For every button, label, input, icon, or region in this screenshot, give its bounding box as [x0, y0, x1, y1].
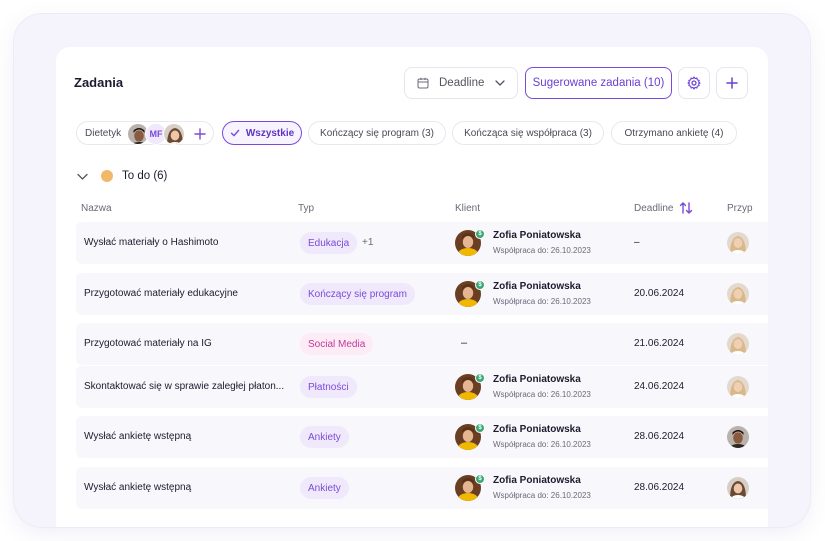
client-cooperation-date: Współpraca do: 26.10.2023	[493, 390, 591, 399]
table-row[interactable]: Przygotować materiały edukacyjne Kończący…	[76, 273, 768, 315]
task-name: Skontaktować się w sprawie zaległej płat…	[84, 381, 285, 392]
table-row[interactable]: Wysłać ankietę wstępną Ankiety $ Zofia Poni…	[76, 467, 768, 509]
task-deadline: 21.06.2024	[634, 338, 685, 349]
group-header-todo: To do (6)	[76, 168, 167, 184]
table-row[interactable]: Wysłać materiały o Hashimoto Edukacja +1 $ Z…	[76, 222, 768, 264]
status-dot	[101, 170, 113, 182]
column-header-deadline[interactable]: Deadline	[634, 203, 673, 214]
task-deadline: 20.06.2024	[634, 288, 685, 299]
add-task-button[interactable]	[716, 67, 748, 99]
deadline-select-label: Deadline	[439, 77, 485, 89]
client-cooperation-date: Współpraca do: 26.10.2023	[493, 297, 591, 306]
filter-chip-all[interactable]: Wszystkie	[222, 121, 302, 145]
assignee-avatar[interactable]	[727, 232, 749, 254]
assignee-avatar[interactable]	[727, 477, 749, 499]
client-cooperation-date: Współpraca do: 26.10.2023	[493, 440, 591, 449]
assignee-avatar[interactable]	[727, 376, 749, 398]
plus-icon	[726, 77, 738, 89]
column-header-assignee[interactable]: Przyp	[727, 203, 753, 214]
tasks-panel: Zadania Deadline Sugerowane zadania (10)…	[56, 47, 768, 527]
assignee-avatar[interactable]	[727, 283, 749, 305]
task-type-tag: Edukacja	[300, 232, 358, 254]
task-type-tag: Ankiety	[300, 477, 349, 499]
task-type-tag: Ankiety	[300, 426, 349, 448]
extra-types-count[interactable]: +1	[362, 237, 373, 248]
task-name: Wysłać ankietę wstępną	[84, 482, 192, 493]
task-name: Wysłać ankietę wstępną	[84, 431, 192, 442]
task-type-tag: Płatności	[300, 376, 357, 398]
task-name: Przygotować materiały na IG	[84, 338, 212, 349]
assignee-avatar[interactable]	[727, 426, 749, 448]
page-title: Zadania	[74, 75, 124, 90]
deadline-sort-select[interactable]: Deadline	[404, 67, 518, 99]
client-name[interactable]: Zofia Poniatowska	[493, 374, 581, 385]
dietitian-avatar	[163, 123, 185, 145]
task-deadline: –	[634, 237, 640, 248]
calendar-icon	[417, 77, 429, 89]
client-empty: –	[461, 337, 468, 349]
payment-status-icon: $	[475, 423, 485, 433]
filter-chip-ending-program[interactable]: Kończący się program (3)	[308, 121, 446, 145]
filter-chip-survey-received[interactable]: Otrzymano ankietę (4)	[611, 121, 737, 145]
payment-status-icon: $	[475, 229, 485, 239]
chevron-down-icon[interactable]	[76, 170, 89, 183]
client-cooperation-date: Współpraca do: 26.10.2023	[493, 491, 591, 500]
table-row[interactable]: Przygotować materiały na IG Social Media –…	[76, 323, 768, 365]
payment-status-icon: $	[475, 474, 485, 484]
filter-chip-ending-cooperation[interactable]: Kończąca się współpraca (3)	[452, 121, 604, 145]
filter-chip-all-label: Wszystkie	[245, 127, 295, 139]
client-cooperation-date: Współpraca do: 26.10.2023	[493, 246, 591, 255]
payment-status-icon: $	[475, 373, 485, 383]
column-header-type[interactable]: Typ	[298, 203, 314, 214]
client-name[interactable]: Zofia Poniatowska	[493, 424, 581, 435]
gear-icon	[687, 76, 701, 90]
client-name[interactable]: Zofia Poniatowska	[493, 230, 581, 241]
settings-button[interactable]	[678, 67, 710, 99]
table-row[interactable]: Wysłać ankietę wstępną Ankiety $ Zofia Poni…	[76, 416, 768, 458]
table-row[interactable]: Skontaktować się w sprawie zaległej płat…	[76, 366, 768, 408]
column-header-name[interactable]: Nazwa	[81, 203, 112, 214]
task-name: Przygotować materiały edukacyjne	[84, 288, 238, 299]
task-deadline: 24.06.2024	[634, 381, 685, 392]
client-name[interactable]: Zofia Poniatowska	[493, 475, 581, 486]
dietitian-filter[interactable]: Dietetyk MF	[76, 121, 214, 145]
task-deadline: 28.06.2024	[634, 431, 685, 442]
task-type-tag: Social Media	[300, 333, 374, 355]
payment-status-icon: $	[475, 280, 485, 290]
client-name[interactable]: Zofia Poniatowska	[493, 281, 581, 292]
dietitian-filter-label: Dietetyk	[85, 127, 122, 139]
group-label: To do (6)	[122, 170, 168, 182]
task-deadline: 28.06.2024	[634, 482, 685, 493]
chevron-down-icon	[495, 80, 505, 86]
column-header-client[interactable]: Klient	[455, 203, 480, 214]
add-dietitian-icon[interactable]	[193, 127, 207, 141]
assignee-avatar[interactable]	[727, 333, 749, 355]
task-type-tag: Kończący się program	[300, 283, 415, 305]
check-icon	[230, 129, 240, 137]
sort-icon[interactable]	[679, 201, 693, 215]
task-name: Wysłać materiały o Hashimoto	[84, 237, 219, 248]
suggested-tasks-button[interactable]: Sugerowane zadania (10)	[525, 67, 672, 99]
